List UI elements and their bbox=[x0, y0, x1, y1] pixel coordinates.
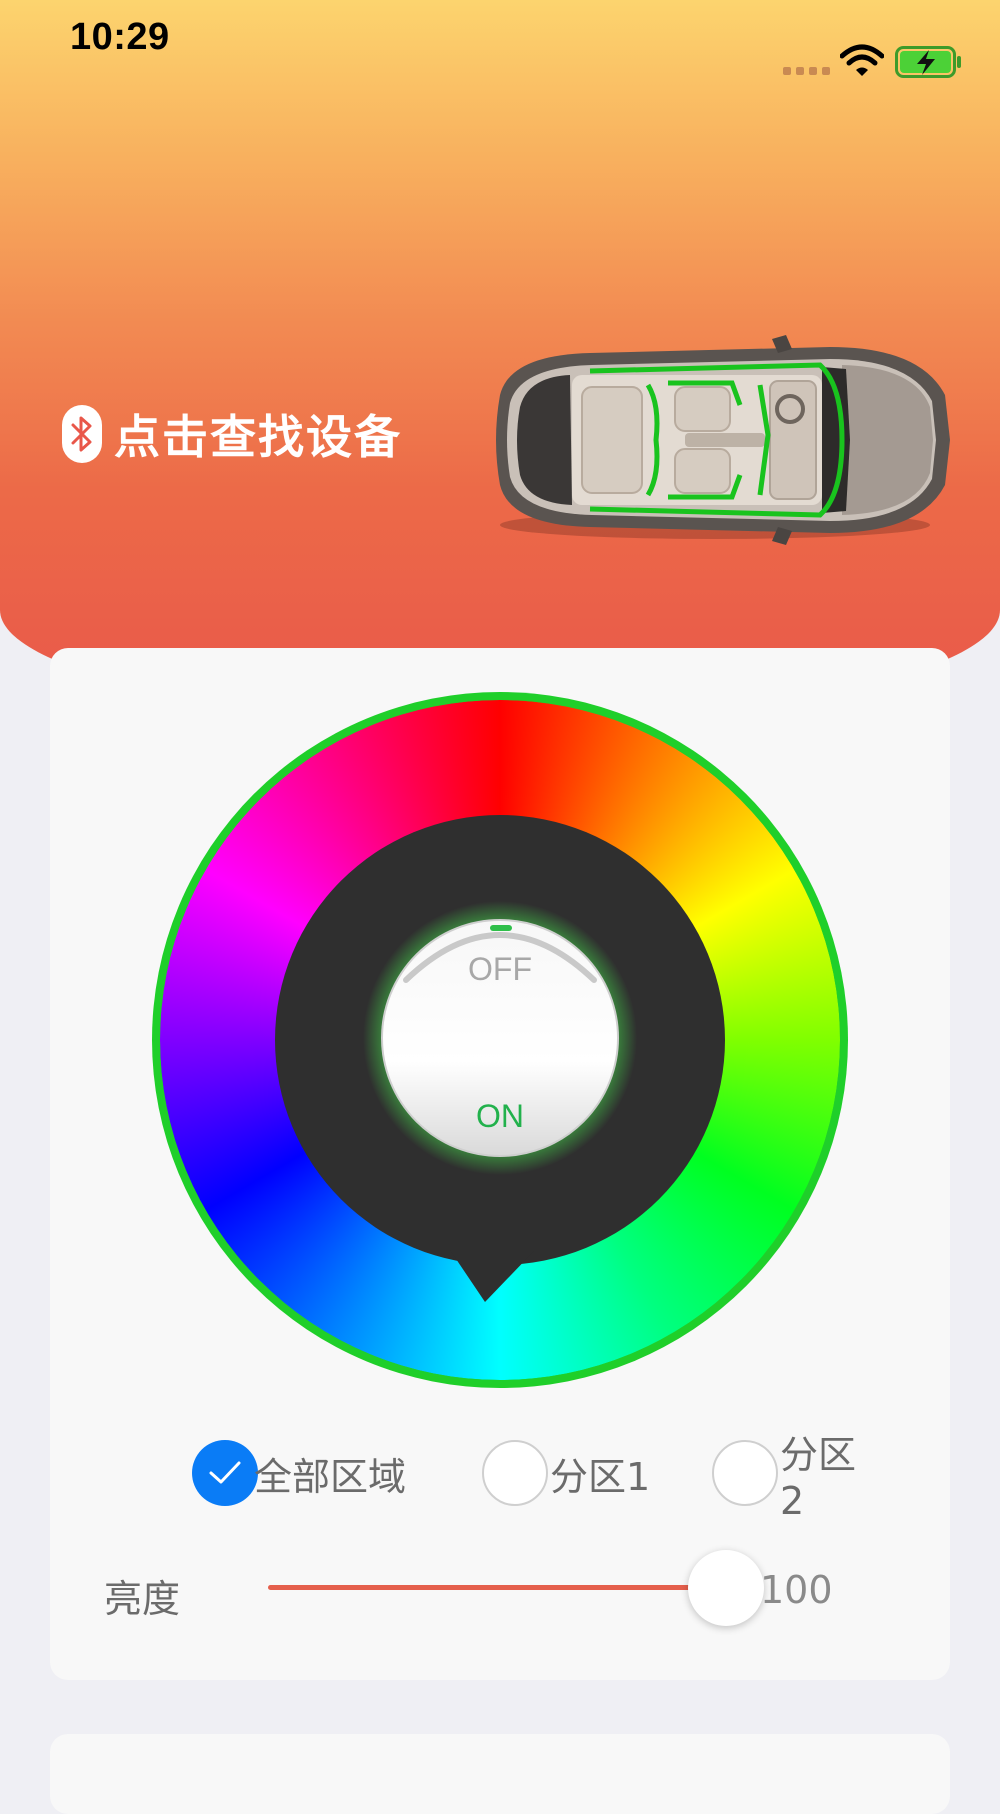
bluetooth-badge bbox=[62, 405, 102, 463]
zone-radio-checked[interactable] bbox=[192, 1440, 258, 1506]
zone-option-all[interactable]: 全部区域 bbox=[192, 1438, 406, 1508]
zone-label-2: 分区2 bbox=[780, 1432, 857, 1523]
switch-on-label: ON bbox=[476, 1098, 524, 1134]
zone-radio[interactable] bbox=[482, 1440, 548, 1506]
brightness-track[interactable] bbox=[268, 1585, 728, 1590]
find-device-button[interactable]: 点击查找设备 bbox=[62, 404, 402, 464]
checkmark-icon bbox=[209, 1461, 241, 1484]
zone-label-all: 全部区域 bbox=[254, 1454, 407, 1499]
brightness-value: 100 bbox=[760, 1568, 833, 1612]
status-bar: 10:29 bbox=[0, 0, 1000, 90]
secondary-card bbox=[50, 1734, 950, 1814]
zone-radio[interactable] bbox=[712, 1440, 778, 1506]
power-switch[interactable]: OFF ON bbox=[363, 901, 637, 1175]
wifi-icon bbox=[840, 44, 884, 76]
find-device-label: 点击查找设备 bbox=[114, 410, 402, 464]
switch-off-label: OFF bbox=[468, 951, 532, 987]
zone-selector: 全部区域 分区1 分区2 bbox=[140, 1433, 860, 1523]
color-wheel[interactable]: OFF ON bbox=[150, 690, 850, 1390]
brightness-slider[interactable] bbox=[268, 1548, 768, 1628]
bluetooth-icon bbox=[71, 416, 92, 452]
brightness-thumb[interactable] bbox=[688, 1550, 764, 1626]
signal-dots-icon bbox=[783, 67, 830, 75]
control-card: OFF ON 全部区域 分区1 分区2 亮度 100 bbox=[50, 648, 950, 1680]
status-time: 10:29 bbox=[70, 16, 170, 58]
car-top-view-image bbox=[496, 335, 950, 545]
zone-label-1: 分区1 bbox=[550, 1454, 651, 1499]
battery-charging-icon bbox=[895, 46, 961, 78]
zone-option-1[interactable]: 分区1 bbox=[482, 1438, 650, 1508]
brightness-label: 亮度 bbox=[104, 1577, 181, 1621]
zone-option-2[interactable]: 分区2 bbox=[712, 1433, 860, 1523]
